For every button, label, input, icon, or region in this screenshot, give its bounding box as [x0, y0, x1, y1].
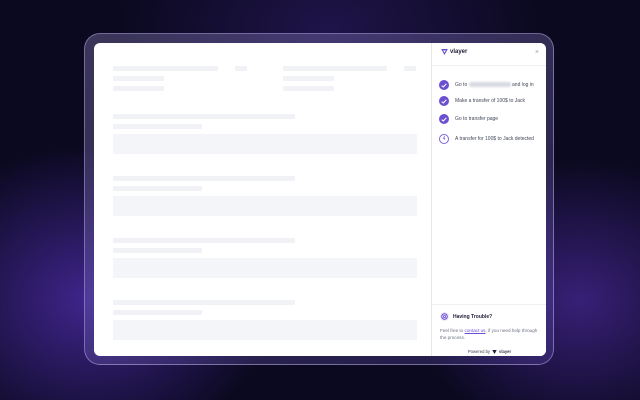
skeleton-line	[404, 66, 416, 71]
step-item: Go to transfer page	[439, 114, 543, 130]
skeleton-line	[113, 124, 202, 129]
step-text: Make a transfer of 100$ to Jack	[455, 98, 526, 104]
help-footer: Having Trouble? Feel free to contact us,…	[432, 304, 546, 356]
skeleton-box	[113, 196, 417, 216]
skeleton-box	[113, 134, 417, 154]
skeleton-line	[113, 66, 218, 71]
skeleton-line	[113, 248, 202, 253]
powered-by-label: Powered by	[467, 349, 490, 354]
skeleton-line	[113, 76, 164, 81]
skeleton-line	[113, 86, 164, 91]
skeleton-line	[283, 76, 334, 81]
vlayer-logo-icon	[441, 49, 448, 55]
step-number-badge: 4	[439, 134, 449, 144]
skeleton-line	[235, 66, 247, 71]
skeleton-line	[283, 66, 387, 71]
vlayer-logo-icon	[492, 349, 497, 354]
close-icon[interactable]: ×	[535, 48, 539, 58]
skeleton-box	[113, 258, 417, 278]
step-item: Make a transfer of 100$ to Jack	[439, 96, 543, 112]
check-icon	[439, 114, 449, 124]
help-text: Feel free to contact us, if you need hel…	[440, 328, 540, 341]
help-text-before: Feel free to	[440, 328, 464, 333]
help-header: Having Trouble?	[440, 312, 492, 321]
step-text: Go to and log in	[455, 82, 534, 89]
blurred-url	[468, 82, 511, 88]
vlayer-side-panel: vlayer × Go to and log in Make a transfe…	[431, 43, 546, 356]
skeleton-line	[113, 238, 295, 243]
help-title: Having Trouble?	[453, 313, 493, 320]
step-text: Go to transfer page	[455, 116, 499, 122]
brand-name: vlayer	[450, 49, 468, 55]
skeleton-line	[113, 176, 295, 181]
contact-us-link[interactable]: contact us	[465, 328, 486, 333]
step-item: Go to and log in	[439, 80, 543, 96]
step-text-after: and log in	[512, 82, 534, 88]
skeleton-line	[113, 186, 202, 191]
check-icon	[439, 80, 449, 90]
powered-by-brand: vlayer	[499, 349, 512, 354]
skeleton-line	[113, 114, 295, 119]
step-item: 4 A transfer for 100$ to Jack detected	[439, 134, 543, 154]
powered-by: Powered by vlayer	[432, 349, 546, 354]
step-text-before: Go to	[455, 82, 468, 88]
check-icon	[439, 96, 449, 106]
skeleton-box	[113, 320, 417, 340]
step-text: A transfer for 100$ to Jack detected	[455, 136, 534, 142]
panel-header: vlayer ×	[432, 43, 546, 66]
skeleton-line	[283, 86, 334, 91]
lifebuoy-icon	[440, 312, 449, 321]
skeleton-line	[113, 300, 295, 305]
brand-logo: vlayer	[441, 49, 467, 55]
skeleton-line	[113, 310, 202, 315]
app-window: vlayer × Go to and log in Make a transfe…	[94, 43, 546, 356]
